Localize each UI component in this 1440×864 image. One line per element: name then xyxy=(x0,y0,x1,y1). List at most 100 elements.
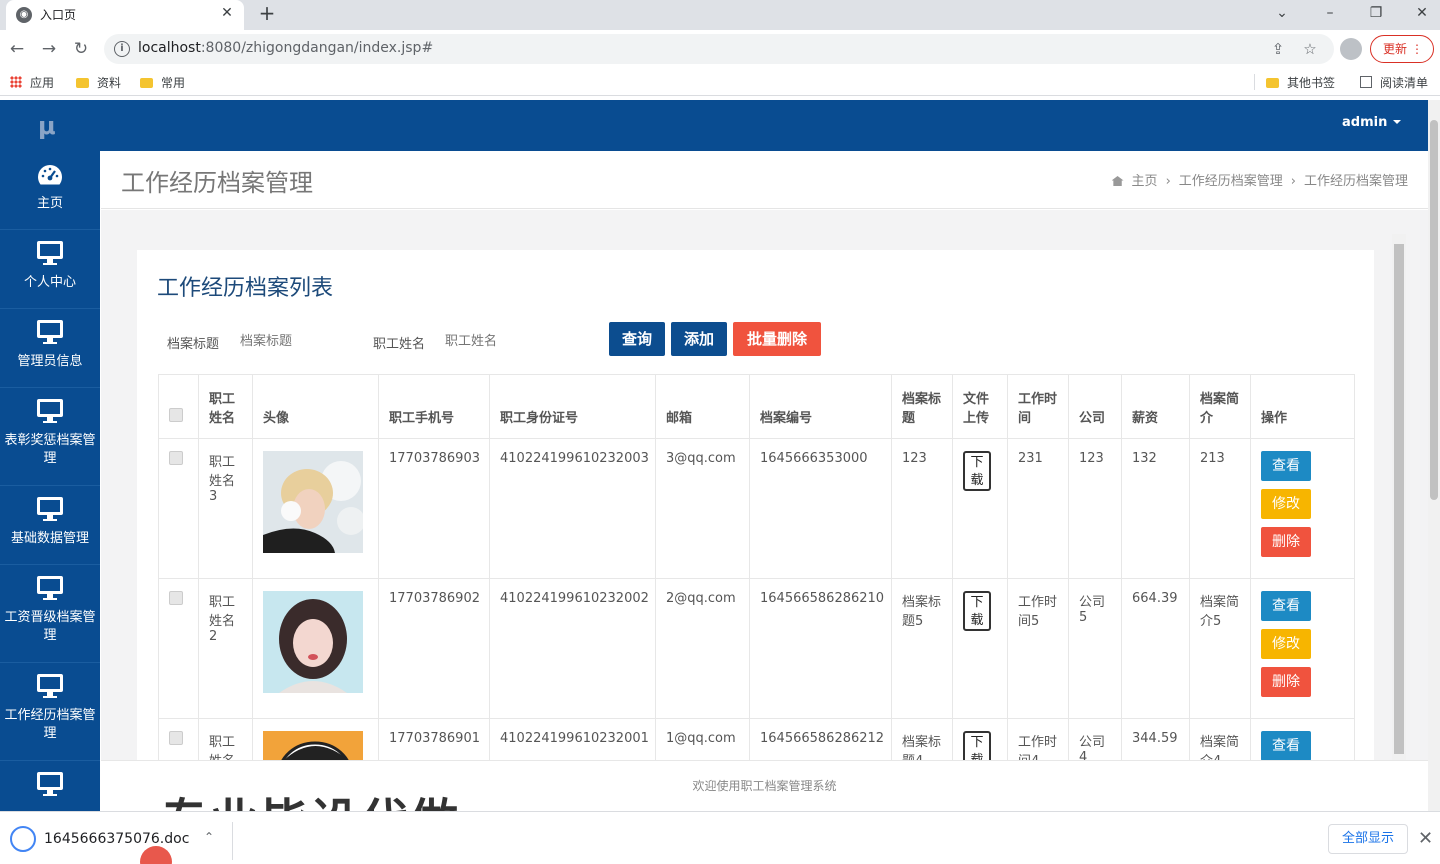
sidebar-item-personal-center[interactable]: 个人中心 xyxy=(0,230,100,309)
reload-icon[interactable]: ↻ xyxy=(70,38,92,60)
select-all-checkbox[interactable] xyxy=(169,408,183,422)
column-header: 操作 xyxy=(1250,374,1355,439)
chevron-up-icon[interactable]: ⌃ xyxy=(204,830,214,844)
monitor-icon xyxy=(37,399,63,423)
monitor-icon xyxy=(37,497,63,521)
sidebar-item-work-history-archive[interactable]: 工作经历档案管理 xyxy=(0,663,100,761)
forward-icon[interactable]: → xyxy=(38,38,60,60)
cell-file: 下载 xyxy=(952,578,1008,719)
breadcrumb-home[interactable]: 主页 xyxy=(1132,174,1158,189)
query-button[interactable]: 查询 xyxy=(609,322,665,356)
cell-avatar xyxy=(252,578,379,719)
reading-list-icon xyxy=(1360,76,1372,88)
view-button[interactable]: 查看 xyxy=(1261,451,1311,481)
breadcrumb-current: 工作经历档案管理 xyxy=(1303,174,1408,189)
column-header: 邮箱 xyxy=(655,374,750,439)
bookmark-folder-changyong[interactable]: 常用 xyxy=(140,74,185,91)
archive-table: 职工姓名 头像 职工手机号 职工身份证号 邮箱 档案编号 档案标题 文件上传 工… xyxy=(158,374,1355,810)
sidebar-item-admin-info[interactable]: 管理员信息 xyxy=(0,309,100,388)
cell-archive-no: 164566586286210 xyxy=(749,578,892,719)
column-header: 档案编号 xyxy=(749,374,892,439)
update-button[interactable]: 更新 ⋮ xyxy=(1370,35,1434,63)
title-search-input[interactable] xyxy=(240,330,360,352)
edit-button[interactable]: 修改 xyxy=(1261,629,1311,659)
name-search-input[interactable] xyxy=(445,330,565,352)
share-icon[interactable]: ⇪ xyxy=(1268,39,1288,59)
sidebar-item-more[interactable] xyxy=(0,761,100,811)
chevron-down-icon[interactable]: ⌄ xyxy=(1268,2,1296,24)
row-checkbox[interactable] xyxy=(169,591,183,605)
cell-intro: 档案简介5 xyxy=(1189,578,1251,719)
add-button[interactable]: 添加 xyxy=(671,322,727,356)
edit-button[interactable]: 修改 xyxy=(1261,489,1311,519)
column-header: 职工身份证号 xyxy=(489,374,656,439)
user-menu[interactable]: admin xyxy=(1342,115,1402,130)
show-all-button[interactable]: 全部显示 xyxy=(1328,824,1408,854)
sidebar-item-salary-archive[interactable]: 工资晋级档案管理 xyxy=(0,565,100,663)
reading-list[interactable]: 阅读清单 xyxy=(1360,74,1428,91)
url-path: :8080/zhigongdangan/index.jsp# xyxy=(200,40,434,56)
bookmark-star-icon[interactable]: ☆ xyxy=(1300,39,1320,59)
list-card: 工作经历档案列表 档案标题 职工姓名 查询 添加 批量删除 职工姓名 头像 职工… xyxy=(137,250,1374,810)
address-bar[interactable]: i localhost:8080/zhigongdangan/index.jsp… xyxy=(104,34,1334,64)
bookmark-label: 其他书签 xyxy=(1287,76,1336,90)
profile-avatar[interactable] xyxy=(1340,38,1362,60)
cell-avatar xyxy=(252,438,379,579)
bookmark-folder-ziliao[interactable]: 资料 xyxy=(76,74,121,91)
column-header: 档案简介 xyxy=(1189,374,1251,439)
row-checkbox[interactable] xyxy=(169,451,183,465)
restore-icon[interactable]: ❐ xyxy=(1362,2,1390,24)
cell-idcard: 410224199610232003 xyxy=(489,438,656,579)
sidebar-item-home[interactable]: 主页 xyxy=(0,151,100,230)
scrollbar-thumb[interactable] xyxy=(1430,120,1438,500)
row-checkbox[interactable] xyxy=(169,731,183,745)
folder-icon xyxy=(76,78,89,88)
download-button[interactable]: 下载 xyxy=(963,591,991,631)
minimize-icon[interactable]: – xyxy=(1316,2,1344,24)
delete-button[interactable]: 删除 xyxy=(1261,667,1311,697)
breadcrumb-separator: › xyxy=(1290,174,1296,189)
avatar-image[interactable] xyxy=(263,451,363,553)
download-file-name[interactable]: 1645666375076.doc xyxy=(44,831,189,847)
cell-file: 下载 xyxy=(952,438,1008,579)
back-icon[interactable]: ← xyxy=(6,38,28,60)
cell-name: 职工姓名3 xyxy=(198,438,253,579)
view-button[interactable]: 查看 xyxy=(1261,731,1311,761)
view-button[interactable]: 查看 xyxy=(1261,591,1311,621)
bookmark-label: 阅读清单 xyxy=(1380,76,1429,90)
scrollbar-thumb[interactable] xyxy=(1394,244,1404,754)
breadcrumb: 主页 › 工作经历档案管理 › 工作经历档案管理 xyxy=(1104,170,1408,189)
update-label: 更新 xyxy=(1383,42,1408,56)
window-close-icon[interactable]: ✕ xyxy=(1408,2,1436,24)
sidebar-item-awards-archive[interactable]: 表彰奖惩档案管理 xyxy=(0,388,100,486)
tab-close-icon[interactable]: ✕ xyxy=(218,4,236,22)
table-row: 职工姓名2 17703786902 410224199610232002 2@q… xyxy=(158,578,1355,719)
batch-delete-button[interactable]: 批量删除 xyxy=(733,322,821,356)
cell-company: 公司5 xyxy=(1068,578,1122,719)
browser-tab[interactable]: ◉ 入口页 ✕ xyxy=(6,0,244,30)
cell-work-time: 工作时间5 xyxy=(1007,578,1069,719)
bookmark-other[interactable]: 其他书签 xyxy=(1266,74,1335,91)
column-header: 档案标题 xyxy=(891,374,953,439)
column-header: 文件上传 xyxy=(952,374,1008,439)
page-scrollbar[interactable] xyxy=(1428,100,1440,811)
download-button[interactable]: 下载 xyxy=(963,451,991,491)
globe-icon: ◉ xyxy=(16,7,32,23)
avatar-image[interactable] xyxy=(263,591,363,693)
cell-company: 123 xyxy=(1068,438,1122,579)
breadcrumb-section[interactable]: 工作经历档案管理 xyxy=(1179,174,1283,189)
content-scrollbar[interactable] xyxy=(1392,234,1406,810)
url-text: localhost:8080/zhigongdangan/index.jsp# xyxy=(138,40,433,56)
sidebar-item-base-data[interactable]: 基础数据管理 xyxy=(0,486,100,565)
close-download-bar-icon[interactable]: ✕ xyxy=(1418,828,1433,849)
bookmark-apps[interactable]: 应用 xyxy=(10,74,54,91)
column-header: 职工姓名 xyxy=(198,374,253,439)
new-tab-button[interactable]: + xyxy=(256,2,278,24)
delete-button[interactable]: 删除 xyxy=(1261,527,1311,557)
download-divider xyxy=(232,822,233,860)
cell-intro: 213 xyxy=(1189,438,1251,579)
site-info-icon[interactable]: i xyxy=(114,41,130,57)
cell-actions: 查看 修改 删除 xyxy=(1250,438,1355,579)
download-bar: 1645666375076.doc ⌃ 全部显示 ✕ xyxy=(0,811,1440,864)
column-header: 公司 xyxy=(1068,374,1122,439)
